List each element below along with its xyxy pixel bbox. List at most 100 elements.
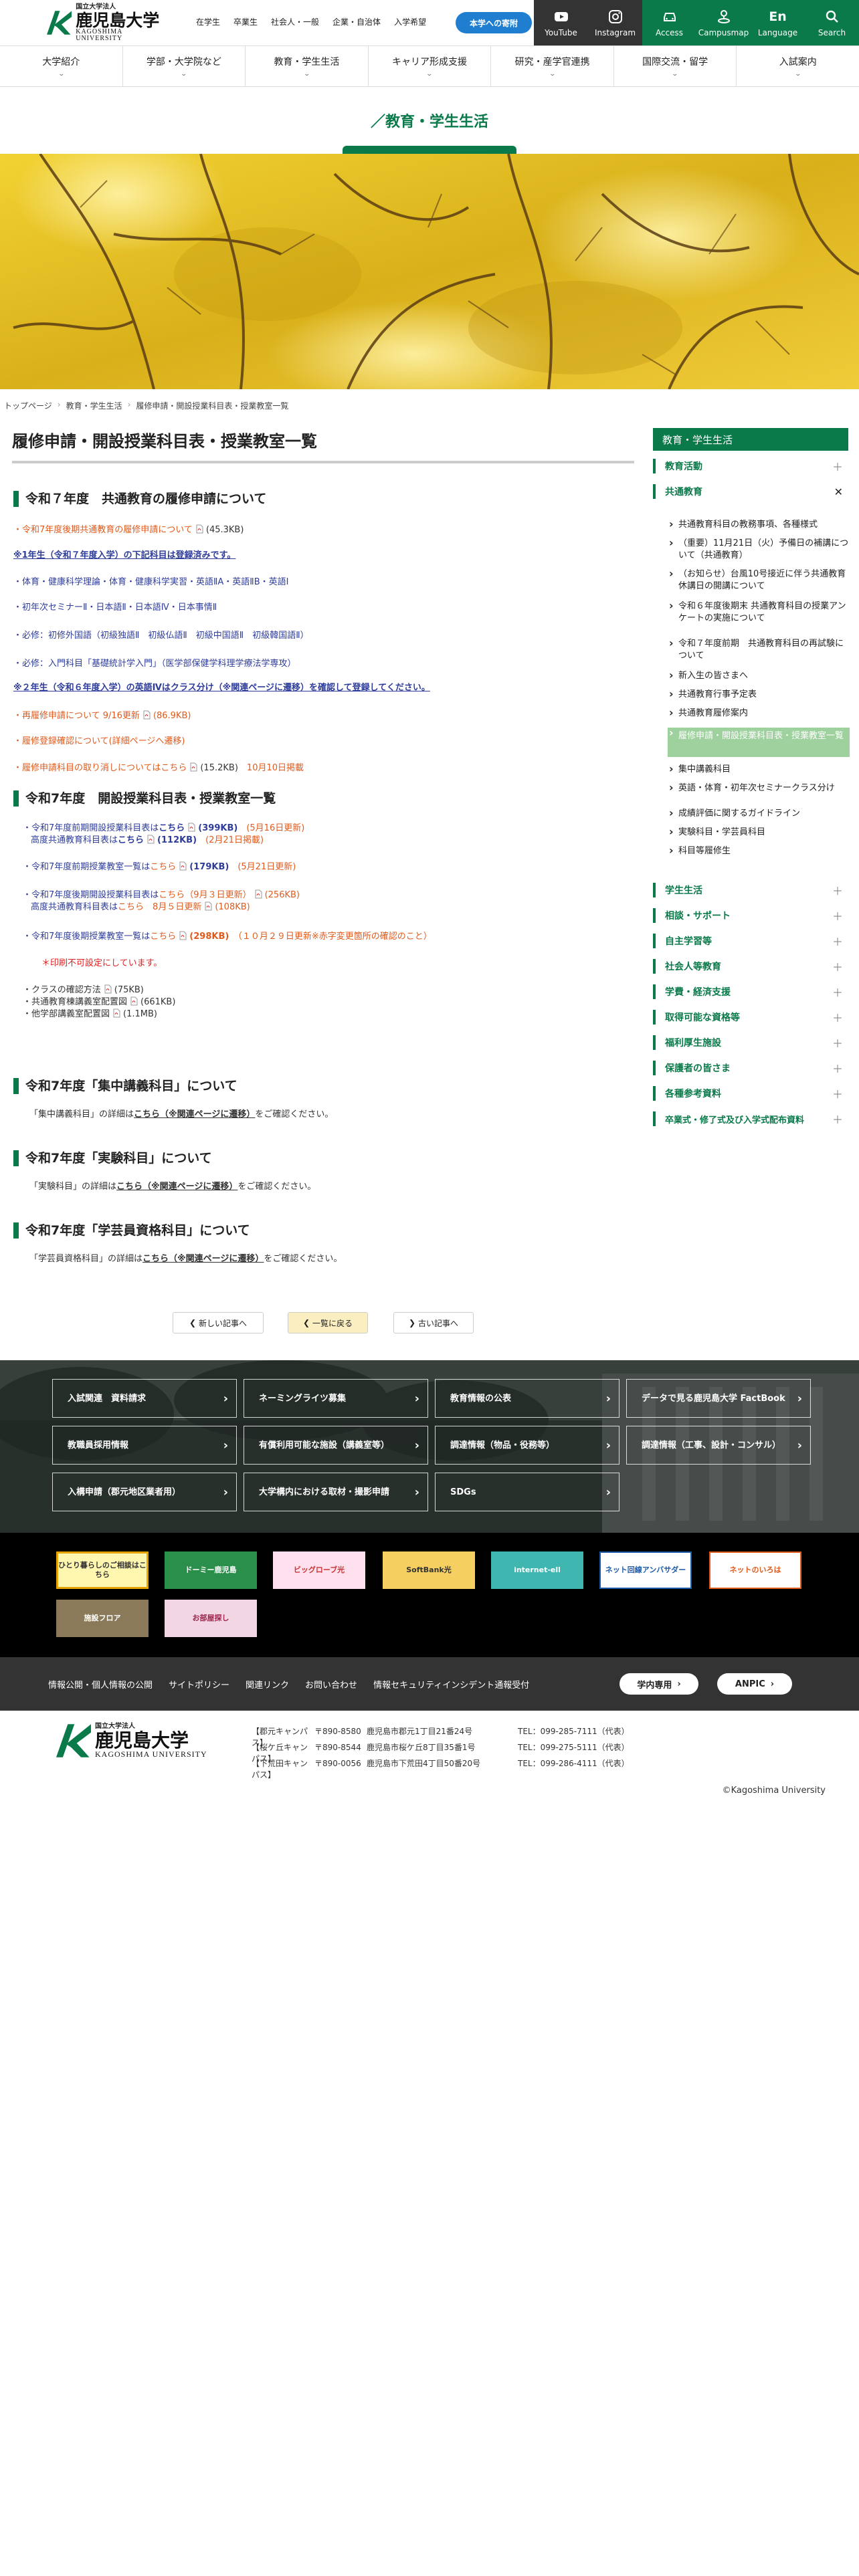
sidebar-subitem[interactable]: 共通教育履修案内 — [668, 707, 850, 720]
gnav-education[interactable]: 教育・学生生活 ⌄ — [246, 46, 369, 86]
banner-housing-consult[interactable]: ひとり暮らしのご相談はこちら — [56, 1551, 149, 1589]
anpic-button[interactable]: ANPIC › — [717, 1673, 792, 1695]
button-label: ANPIC — [735, 1679, 765, 1689]
gnav-career[interactable]: キャリア形成支援 ⌄ — [369, 46, 492, 86]
instagram-link[interactable]: Instagram — [588, 0, 642, 45]
campusmap-link[interactable]: Campusmap — [696, 0, 751, 45]
lab-courses-link[interactable]: こちら（※関連ページに遷移） — [116, 1182, 237, 1192]
sidebar-subitem[interactable]: 新入生の皆さまへ — [668, 669, 850, 682]
sidebar-subitem[interactable]: （重要）11月21日（火）予備日の補講について（共通教育） — [668, 537, 850, 562]
timetable-link[interactable]: こちら — [118, 902, 144, 912]
sidebar-item-general-education[interactable]: 共通教育 ✕ — [653, 484, 848, 499]
timetable-link[interactable]: こちら — [159, 890, 185, 900]
sidebar-item-student-life[interactable]: 学生生活 ＋ — [653, 883, 848, 897]
band-link-sdgs[interactable]: SDGs — [435, 1473, 619, 1511]
curator-courses-link[interactable]: こちら（※関連ページに遷移） — [142, 1254, 264, 1264]
sidebar-item-label: 共通教育 — [665, 487, 702, 498]
banner-facility[interactable]: 施設フロア — [56, 1600, 149, 1637]
gnav-admissions[interactable]: 入試案内 ⌄ — [737, 46, 859, 86]
gnav-faculties[interactable]: 学部・大学院など ⌄ — [123, 46, 246, 86]
toplink-public[interactable]: 社会人・一般 — [271, 16, 319, 27]
footer-link-security[interactable]: 情報セキュリティインシデント通報受付 — [373, 1678, 529, 1691]
band-link-media-request[interactable]: 大学構内における取材・撮影申請 — [244, 1473, 428, 1511]
sidebar-subitem-active[interactable]: 履修申請・開設授業科目表・授業教室一覧 — [668, 727, 850, 757]
sidebar-item-tuition[interactable]: 学費・経済支援 ＋ — [653, 984, 848, 999]
sidebar-subitem[interactable]: 共通教育行事予定表 — [668, 688, 850, 701]
class-check-link[interactable]: ・クラスの確認方法 (75KB) — [23, 984, 144, 996]
banner-room-search[interactable]: お部屋探し — [165, 1600, 257, 1637]
sidebar-subitem[interactable]: 成績評価に関するガイドライン — [668, 807, 850, 820]
footer-logo: 国立大学法人 鹿児島大学 KAGOSHIMA UNIVERSITY — [56, 1721, 230, 1760]
banner-softbank[interactable]: SoftBank光 — [383, 1551, 475, 1589]
youtube-link[interactable]: YouTube — [534, 0, 588, 45]
older-post-button[interactable]: ❯ 古い記事へ — [393, 1312, 474, 1333]
footer-link-disclosure[interactable]: 情報公開・個人情報の公開 — [48, 1678, 153, 1691]
banner-net-iroha[interactable]: ネットのいろは — [709, 1551, 801, 1589]
toplink-alumni[interactable]: 卒業生 — [233, 16, 258, 27]
toplink-companies[interactable]: 企業・自治体 — [332, 16, 381, 27]
gnav-international[interactable]: 国際交流・留学 ⌄ — [614, 46, 737, 86]
footer-link-site-policy[interactable]: サイトポリシー — [169, 1678, 229, 1691]
band-link-factbook[interactable]: データで見る鹿児島大学 FactBook — [626, 1379, 811, 1418]
second-year-english-link[interactable]: ※２年生（令和６年度入学）の英語Ⅳはクラス分け（※関連ページに遷移）を確認して登… — [13, 682, 430, 694]
band-link-facilities[interactable]: 有償利用可能な施設（講義室等） — [244, 1426, 428, 1465]
sidebar-subitem[interactable]: 科目等履修生 — [668, 845, 850, 857]
sidebar-item-education-activities[interactable]: 教育活動 ＋ — [653, 459, 848, 473]
footer-link-related[interactable]: 関連リンク — [246, 1678, 289, 1691]
breadcrumb-home[interactable]: トップページ — [4, 400, 52, 411]
site-logo[interactable]: 国立大学法人 鹿児島大学 KAGOSHIMA UNIVERSITY — [47, 3, 161, 42]
sidebar-subitem[interactable]: 令和６年度後期末 共通教育科目の授業アンケートの実施について — [668, 600, 850, 625]
band-link-procurement-goods[interactable]: 調達情報（物品・役務等） — [435, 1426, 619, 1465]
sidebar-item-references[interactable]: 各種参考資料 ＋ — [653, 1086, 848, 1101]
gnav-about[interactable]: 大学紹介 ⌄ — [0, 46, 123, 86]
intranet-button[interactable]: 学内専用 › — [619, 1673, 698, 1695]
newer-post-button[interactable]: ❮ 新しい記事へ — [173, 1312, 264, 1333]
plus-icon: ＋ — [832, 885, 843, 897]
fall-registration-link[interactable]: ・令和7年度後期共通教育の履修申請について (45.3KB) — [13, 524, 244, 536]
classroom-link[interactable]: こちら — [150, 932, 176, 942]
banner-biglobe[interactable]: ビッグローブ光 — [273, 1551, 365, 1589]
band-link-education-info[interactable]: 教育情報の公表 — [435, 1379, 619, 1418]
sidebar-item-adult-education[interactable]: 社会人等教育 ＋ — [653, 959, 848, 974]
sidebar-item-welfare[interactable]: 福利厚生施設 ＋ — [653, 1035, 848, 1050]
band-link-procurement-works[interactable]: 調達情報（工事、設計・コンサル） — [626, 1426, 811, 1465]
band-link-naming-rights[interactable]: ネーミングライツ募集 — [244, 1379, 428, 1418]
sidebar-subitem[interactable]: 令和７年度前期 共通教育科目の再試験について — [668, 637, 850, 662]
band-link-recruitment[interactable]: 教職員採用情報 — [52, 1426, 237, 1465]
toplink-students[interactable]: 在学生 — [196, 16, 220, 27]
gnav-research[interactable]: 研究・産学官連携 ⌄ — [491, 46, 614, 86]
banner-internet-ell[interactable]: internet-ell — [491, 1551, 583, 1589]
sidebar-subitem[interactable]: 集中講義科目 — [668, 763, 850, 776]
access-link[interactable]: Access — [642, 0, 696, 45]
sidebar-item-support[interactable]: 相談・サポート ＋ — [653, 908, 848, 923]
breadcrumb-education[interactable]: 教育・学生生活 — [66, 400, 122, 411]
intensive-courses-link[interactable]: こちら（※関連ページに遷移） — [134, 1109, 255, 1119]
sidebar-subitem[interactable]: 実験科目・学芸員科目 — [668, 826, 850, 839]
registration-check-link[interactable]: ・履修登録確認について(詳細ページへ遷移) — [13, 736, 185, 748]
band-link-entry-request[interactable]: 入構申請（郡元地区業者用） — [52, 1473, 237, 1511]
search-link[interactable]: Search — [805, 0, 859, 45]
donation-button[interactable]: 本学への寄附 — [456, 12, 532, 33]
timetable-link[interactable]: こちら — [159, 823, 185, 833]
sidebar-subitem[interactable]: 英語・体育・初年次セミナークラス分け — [668, 782, 850, 794]
sidebar-item-self-study[interactable]: 自主学習等 ＋ — [653, 934, 848, 948]
timetable-link[interactable]: こちら — [118, 835, 144, 845]
band-link-admission-docs[interactable]: 入試関連 資料請求 — [52, 1379, 237, 1418]
pdf-icon — [113, 1008, 120, 1018]
footer-link-contact[interactable]: お問い合わせ — [305, 1678, 357, 1691]
reregistration-link[interactable]: ・再履修申請について 9/16更新 (86.9KB) — [13, 710, 191, 722]
sidebar-item-guardians[interactable]: 保護者の皆さま ＋ — [653, 1061, 848, 1075]
back-to-list-button[interactable]: ❮ 一覧に戻る — [288, 1312, 368, 1333]
sidebar-subitem[interactable]: （お知らせ）台風10号接近に伴う共通教育休講日の開講について — [668, 568, 850, 593]
sidebar-item-qualifications[interactable]: 取得可能な資格等 ＋ — [653, 1010, 848, 1025]
sidebar-subitem[interactable]: 共通教育科目の教務事項、各種様式 — [668, 518, 850, 531]
language-link[interactable]: En Language — [751, 0, 805, 45]
other-building-map-link[interactable]: ・他学部講義室配置図 (1.1MB) — [23, 1008, 157, 1021]
banner-dormy[interactable]: ドーミー鹿児島 — [165, 1551, 257, 1589]
banner-net-ambassador[interactable]: ネット回線アンバサダー — [599, 1551, 692, 1589]
classroom-link[interactable]: こちら — [150, 862, 176, 872]
building-map-link[interactable]: ・共通教育棟講義室配置図 (661KB) — [23, 996, 175, 1008]
sidebar-item-ceremony[interactable]: 卒業式・修了式及び入学式配布資料 ＋ — [653, 1111, 848, 1126]
course-withdrawal-link[interactable]: ・履修申請科目の取り消しについてはこちら (15.2KB) 10月10日掲載 — [13, 762, 304, 774]
toplink-applicants[interactable]: 入学希望 — [394, 16, 426, 27]
